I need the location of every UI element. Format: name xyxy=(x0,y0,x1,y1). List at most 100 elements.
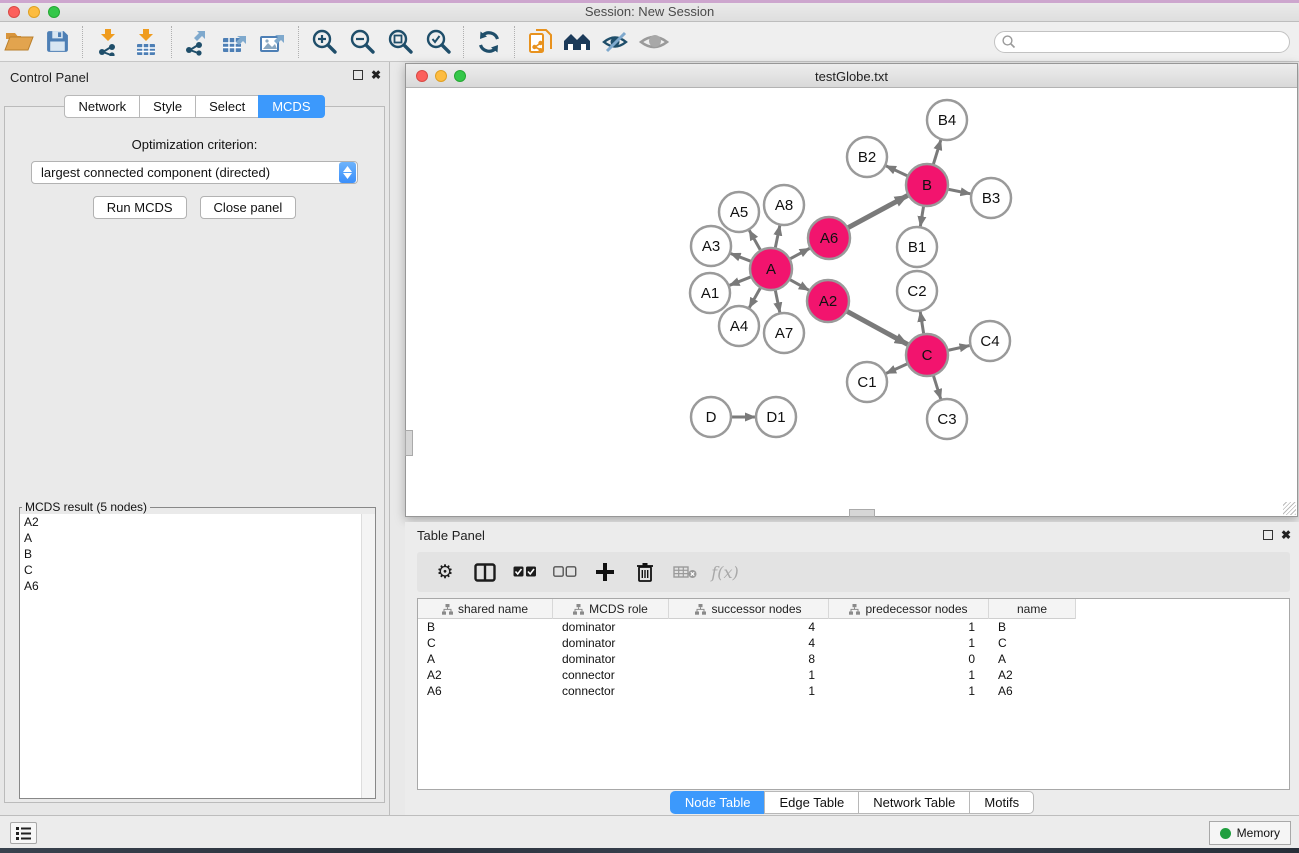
graph-edge-B-B3[interactable] xyxy=(946,189,971,194)
table-row[interactable]: A6connector11A6 xyxy=(418,683,1289,699)
memory-button[interactable]: Memory xyxy=(1209,821,1291,845)
graph-edge-B-B2[interactable] xyxy=(886,166,910,177)
graph-edge-A-A2[interactable] xyxy=(788,278,809,290)
table-cell[interactable]: 4 xyxy=(669,619,829,635)
table-row[interactable]: A2connector11A2 xyxy=(418,667,1289,683)
delete-column-icon[interactable] xyxy=(627,556,663,588)
table-options-icon[interactable]: ⚙ xyxy=(427,556,463,588)
table-cell[interactable]: dominator xyxy=(553,651,669,667)
save-session-icon[interactable] xyxy=(38,25,76,59)
tab-network[interactable]: Network xyxy=(64,95,140,118)
table-cell[interactable]: A2 xyxy=(989,667,1076,683)
table-row[interactable]: Cdominator41C xyxy=(418,635,1289,651)
result-item[interactable]: A xyxy=(20,530,375,546)
criterion-dropdown[interactable]: largest connected component (directed) xyxy=(31,161,358,184)
show-columns-icon[interactable] xyxy=(467,556,503,588)
graph-edge-B-B4[interactable] xyxy=(933,140,941,167)
table-row[interactable]: Adominator80A xyxy=(418,651,1289,667)
tab-edge-table[interactable]: Edge Table xyxy=(764,791,859,814)
tab-node-table[interactable]: Node Table xyxy=(670,791,766,814)
float-panel-icon[interactable] xyxy=(353,70,363,80)
table-cell[interactable]: connector xyxy=(553,683,669,699)
table-row[interactable]: Bdominator41B xyxy=(418,619,1289,635)
table-cell[interactable]: dominator xyxy=(553,619,669,635)
graph-edge-A-A7[interactable] xyxy=(775,288,780,313)
zoom-fit-icon[interactable] xyxy=(381,25,419,59)
deselect-all-icon[interactable] xyxy=(547,556,583,588)
table-cell[interactable]: A xyxy=(418,651,553,667)
select-all-icon[interactable] xyxy=(507,556,543,588)
function-builder-icon[interactable]: f(x) xyxy=(707,556,743,588)
home-layout-icon[interactable] xyxy=(559,25,597,59)
refresh-icon[interactable] xyxy=(470,25,508,59)
graph-edge-A-A3[interactable] xyxy=(731,254,754,263)
close-panel-icon[interactable]: ✖ xyxy=(371,70,381,80)
tab-select[interactable]: Select xyxy=(195,95,259,118)
table-cell[interactable]: 1 xyxy=(669,667,829,683)
export-network-icon[interactable] xyxy=(178,25,216,59)
table-cell[interactable]: 1 xyxy=(829,635,989,651)
graph-edge-A-A4[interactable] xyxy=(749,286,761,308)
export-table-icon[interactable] xyxy=(216,25,254,59)
search-field[interactable] xyxy=(994,31,1290,53)
table-cell[interactable]: B xyxy=(418,619,553,635)
column-header-shared-name[interactable]: shared name xyxy=(418,599,553,619)
result-item[interactable]: A2 xyxy=(20,514,375,530)
table-cell[interactable]: 1 xyxy=(829,667,989,683)
tab-mcds[interactable]: MCDS xyxy=(258,95,324,118)
splitter-grip-left[interactable] xyxy=(405,430,413,456)
zoom-out-icon[interactable] xyxy=(343,25,381,59)
float-table-panel-icon[interactable] xyxy=(1263,530,1273,540)
delete-table-icon[interactable] xyxy=(667,556,703,588)
table-cell[interactable]: C xyxy=(418,635,553,651)
table-cell[interactable]: 8 xyxy=(669,651,829,667)
table-cell[interactable]: 1 xyxy=(829,619,989,635)
column-header-predecessor-nodes[interactable]: predecessor nodes xyxy=(829,599,989,619)
graph-edge-A-A6[interactable] xyxy=(788,248,810,260)
column-header-successor-nodes[interactable]: successor nodes xyxy=(669,599,829,619)
table-cell[interactable]: A6 xyxy=(418,683,553,699)
table-cell[interactable]: B xyxy=(989,619,1076,635)
table-cell[interactable]: 1 xyxy=(829,683,989,699)
graph-edge-C-C2[interactable] xyxy=(920,312,924,336)
graph-edge-C-C3[interactable] xyxy=(933,373,941,399)
column-header-MCDS-role[interactable]: MCDS role xyxy=(553,599,669,619)
open-file-icon[interactable] xyxy=(0,25,38,59)
table-cell[interactable]: C xyxy=(989,635,1076,651)
hide-details-icon[interactable] xyxy=(597,25,635,59)
node-table[interactable]: shared nameMCDS rolesuccessor nodesprede… xyxy=(417,598,1290,790)
import-table-icon[interactable] xyxy=(127,25,165,59)
column-header-name[interactable]: name xyxy=(989,599,1076,619)
graph-edge-A-A5[interactable] xyxy=(749,230,761,252)
result-item[interactable]: A6 xyxy=(20,578,375,594)
import-network-icon[interactable] xyxy=(89,25,127,59)
tab-network-table[interactable]: Network Table xyxy=(858,791,970,814)
zoom-in-icon[interactable] xyxy=(305,25,343,59)
table-cell[interactable]: 4 xyxy=(669,635,829,651)
task-history-button[interactable] xyxy=(10,822,37,844)
table-cell[interactable]: 0 xyxy=(829,651,989,667)
resize-grip-icon[interactable] xyxy=(1283,502,1296,515)
graph-edge-A6-B[interactable] xyxy=(846,195,908,228)
export-image-icon[interactable] xyxy=(254,25,292,59)
result-scrollbar[interactable] xyxy=(361,514,375,798)
graph-edge-A-A1[interactable] xyxy=(730,276,754,285)
graph-edge-B-B1[interactable] xyxy=(920,204,924,227)
close-table-panel-icon[interactable]: ✖ xyxy=(1281,530,1291,540)
graph-edge-C-C1[interactable] xyxy=(886,363,910,374)
tab-motifs[interactable]: Motifs xyxy=(969,791,1034,814)
run-mcds-button[interactable]: Run MCDS xyxy=(93,196,187,219)
create-column-icon[interactable] xyxy=(587,556,623,588)
close-panel-button[interactable]: Close panel xyxy=(200,196,297,219)
table-cell[interactable]: A xyxy=(989,651,1076,667)
table-cell[interactable]: A2 xyxy=(418,667,553,683)
zoom-selected-icon[interactable] xyxy=(419,25,457,59)
table-cell[interactable]: dominator xyxy=(553,635,669,651)
result-item[interactable]: B xyxy=(20,546,375,562)
copy-style-icon[interactable] xyxy=(521,25,559,59)
table-cell[interactable]: A6 xyxy=(989,683,1076,699)
table-cell[interactable]: 1 xyxy=(669,683,829,699)
splitter-grip-bottom[interactable] xyxy=(849,509,875,517)
graph-edge-A2-C[interactable] xyxy=(845,310,908,344)
graph-edge-C-C4[interactable] xyxy=(946,346,970,351)
